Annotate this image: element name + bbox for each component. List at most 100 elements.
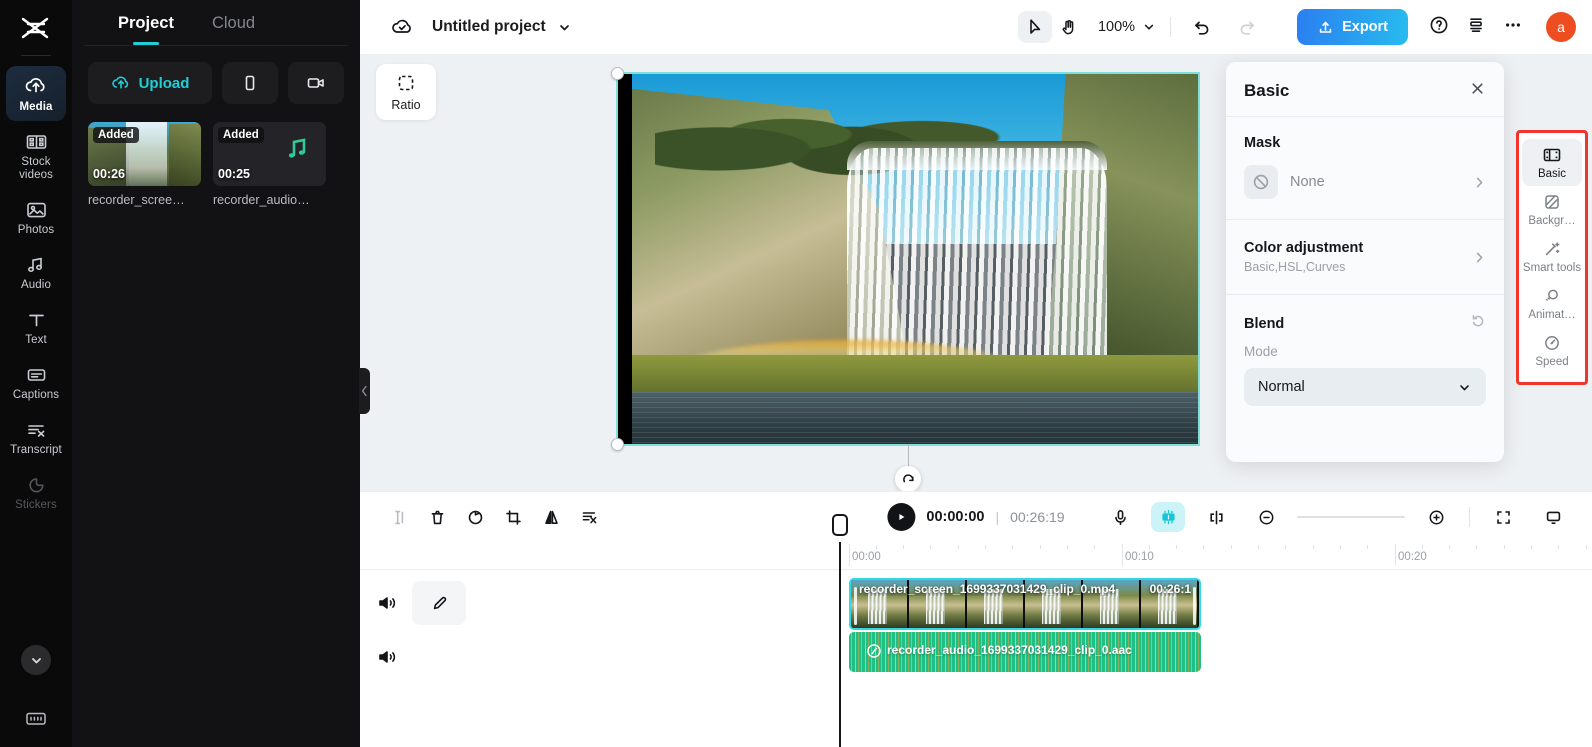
playhead[interactable] [832, 514, 848, 747]
clip-trim-handle-left[interactable] [854, 587, 857, 625]
media-thumbnail[interactable]: Added 00:26 [88, 122, 201, 186]
mask-selector-row[interactable]: None [1244, 165, 1486, 219]
video-camera-icon [307, 78, 324, 88]
tab-project[interactable]: Project [118, 14, 174, 45]
upload-box-icon [1319, 21, 1332, 33]
sidebar-item-label: Media [19, 101, 53, 113]
tab-animation[interactable]: Animat… [1522, 280, 1582, 327]
layout-button[interactable] [1466, 15, 1486, 40]
film-strip-icon [26, 135, 46, 149]
close-icon [1472, 83, 1483, 94]
keyboard-icon [26, 712, 46, 725]
zoom-out-button[interactable] [1247, 500, 1285, 534]
timeline-clip-video[interactable]: recorder_screen_1699337031429_clip_0.mp4… [849, 578, 1201, 630]
auto-cut-button[interactable] [570, 500, 608, 534]
keyboard-shortcuts-button[interactable] [24, 709, 48, 733]
tab-label: Speed [1535, 356, 1569, 368]
zoom-slider[interactable] [1297, 516, 1405, 518]
media-item-video[interactable]: Added 00:26 recorder_scree… [88, 122, 201, 207]
crop-dashed-icon [398, 75, 414, 91]
project-title[interactable]: Untitled project [432, 18, 546, 36]
help-button[interactable] [1428, 14, 1450, 41]
project-title-dropdown[interactable] [557, 20, 572, 35]
tab-smart-tools[interactable]: Smart tools [1522, 233, 1582, 280]
ratio-button[interactable]: Ratio [376, 64, 436, 120]
delete-button[interactable] [418, 500, 456, 534]
sidebar-expand-button[interactable] [21, 645, 51, 675]
track-edit-button[interactable] [412, 581, 466, 625]
panel-action-row: Upload [88, 62, 344, 104]
export-label: Export [1342, 19, 1388, 35]
tab-label: Smart tools [1522, 262, 1582, 274]
timeline-ruler[interactable]: 00:00 00:10 00:20 00:30 00:40 [360, 542, 1592, 570]
duration-badge: 00:26 [93, 167, 125, 181]
fullscreen-button[interactable] [1484, 500, 1522, 534]
close-panel-button[interactable] [1469, 80, 1486, 102]
capcut-logo-icon [19, 14, 53, 49]
media-item-audio[interactable]: Added 00:25 recorder_audio… [213, 122, 326, 207]
blend-reset-button[interactable] [1470, 313, 1486, 334]
split-button[interactable] [380, 500, 418, 534]
cloud-save-button[interactable] [390, 16, 414, 38]
rotate-handle[interactable] [895, 466, 921, 492]
background-icon [1545, 195, 1559, 209]
undo-button[interactable] [1185, 11, 1219, 43]
track-mute-button[interactable] [366, 593, 408, 613]
plus-circle-icon [1429, 510, 1443, 524]
sidebar-item-stickers[interactable]: Stickers [6, 466, 66, 519]
tab-speed[interactable]: Speed [1522, 327, 1582, 374]
panel-collapse-button[interactable] [359, 368, 370, 414]
crop-button[interactable] [494, 500, 532, 534]
resize-handle-top-left[interactable] [611, 67, 624, 80]
keyframe-button[interactable] [1197, 500, 1235, 534]
mask-value: None [1290, 174, 1325, 190]
resize-handle-bottom-left[interactable] [611, 438, 624, 451]
lake-reflection [632, 392, 1198, 444]
media-thumbnail[interactable]: Added 00:25 [213, 122, 326, 186]
redo-button[interactable] [1229, 11, 1263, 43]
color-adjustment-row[interactable]: Color adjustment Basic,HSL,Curves [1244, 238, 1486, 294]
zoom-in-button[interactable] [1417, 500, 1455, 534]
clip-trim-handle-right[interactable] [1193, 587, 1196, 625]
ruler-tick: 00:00 [852, 551, 881, 563]
import-from-phone-button[interactable] [222, 62, 278, 104]
hand-tool-button[interactable] [1052, 11, 1086, 43]
video-preview-stage[interactable] [611, 67, 1200, 492]
sidebar-item-photos[interactable]: Photos [6, 191, 66, 244]
chevron-right-icon [1476, 177, 1483, 187]
export-button[interactable]: Export [1297, 9, 1408, 45]
blend-mode-select[interactable]: Normal [1244, 368, 1486, 406]
monitor-icon [1546, 511, 1560, 524]
sidebar-item-captions[interactable]: Captions [6, 356, 66, 409]
play-button[interactable] [887, 503, 916, 531]
timeline-clip-audio[interactable]: recorder_audio_1699337031429_clip_0.aac [849, 632, 1201, 672]
added-badge: Added [93, 127, 139, 143]
tab-basic[interactable]: Basic [1522, 139, 1582, 186]
playhead-handle[interactable] [832, 514, 848, 536]
tab-cloud[interactable]: Cloud [212, 14, 255, 45]
tab-background[interactable]: Backgr… [1522, 186, 1582, 233]
select-tool-button[interactable] [1017, 11, 1052, 43]
monitor-button[interactable] [1534, 500, 1572, 534]
blend-section-header: Blend [1244, 313, 1486, 334]
sidebar-item-text[interactable]: Text [6, 301, 66, 354]
sidebar-item-media[interactable]: Media [6, 66, 66, 121]
ellipsis-icon [1506, 22, 1520, 27]
speedometer-icon [1545, 336, 1559, 350]
more-options-button[interactable] [1502, 15, 1524, 40]
microphone-icon [1114, 509, 1126, 525]
rotate-button[interactable] [456, 500, 494, 534]
sidebar-item-audio[interactable]: Audio [6, 246, 66, 299]
mirror-button[interactable] [532, 500, 570, 534]
zoom-level-dropdown[interactable]: 100% [1098, 19, 1156, 35]
avatar[interactable]: a [1546, 12, 1576, 42]
sidebar-item-stock-videos[interactable]: Stock videos [6, 123, 66, 189]
upload-button[interactable]: Upload [88, 62, 212, 104]
record-button[interactable] [288, 62, 344, 104]
top-toolbar: Untitled project 100% Export a [360, 0, 1592, 54]
panel-tabs: Project Cloud [88, 0, 344, 45]
auto-captions-button[interactable] [1151, 502, 1185, 532]
microphone-button[interactable] [1101, 500, 1139, 534]
sidebar-item-transcript[interactable]: Transcript [6, 411, 66, 464]
track-mute-button[interactable] [366, 647, 408, 667]
